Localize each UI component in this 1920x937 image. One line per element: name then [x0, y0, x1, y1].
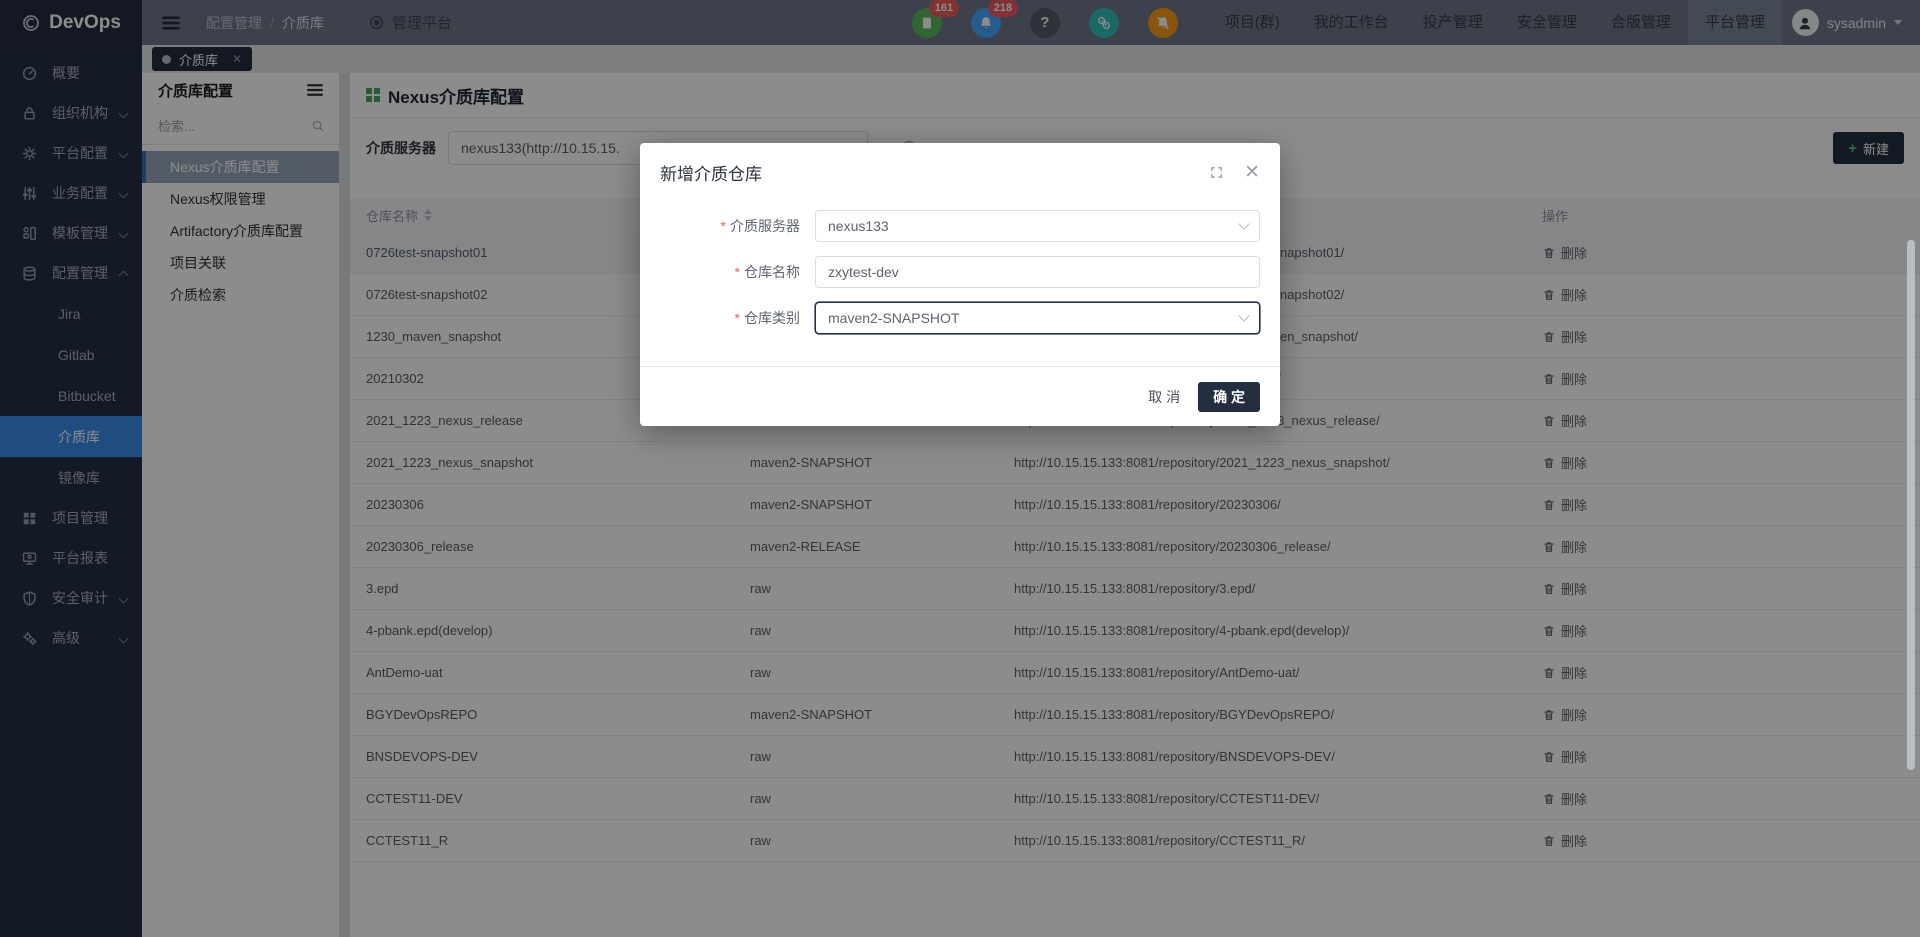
required-asterisk: * [721, 218, 726, 234]
select-介质服务器[interactable]: nexus133 [815, 210, 1260, 242]
modal-backdrop[interactable] [0, 0, 1920, 937]
chevron-down-icon [1238, 310, 1249, 321]
cancel-button[interactable]: 取 消 [1148, 387, 1180, 407]
required-asterisk: * [735, 310, 740, 326]
form-field: *仓库名称 zxytest-dev [640, 256, 1280, 288]
create-repository-dialog: 新增介质仓库 ✕ *介质服务器 nexus133 *仓库名称 zxytest-d… [640, 143, 1280, 426]
form-field: *仓库类别 maven2-SNAPSHOT [640, 302, 1280, 334]
required-asterisk: * [735, 264, 740, 280]
dialog-title: 新增介质仓库 [660, 160, 1209, 185]
form-field: *介质服务器 nexus133 [640, 210, 1280, 242]
chevron-down-icon [1238, 218, 1249, 229]
confirm-button[interactable]: 确 定 [1198, 382, 1260, 412]
close-icon[interactable]: ✕ [1244, 163, 1260, 182]
page-scrollbar-thumb[interactable] [1907, 240, 1915, 770]
select-仓库类别[interactable]: maven2-SNAPSHOT [815, 302, 1260, 334]
fullscreen-icon[interactable] [1209, 165, 1224, 180]
input-仓库名称[interactable]: zxytest-dev [815, 256, 1260, 288]
dialog-form: *介质服务器 nexus133 *仓库名称 zxytest-dev *仓库类别 … [640, 185, 1280, 334]
